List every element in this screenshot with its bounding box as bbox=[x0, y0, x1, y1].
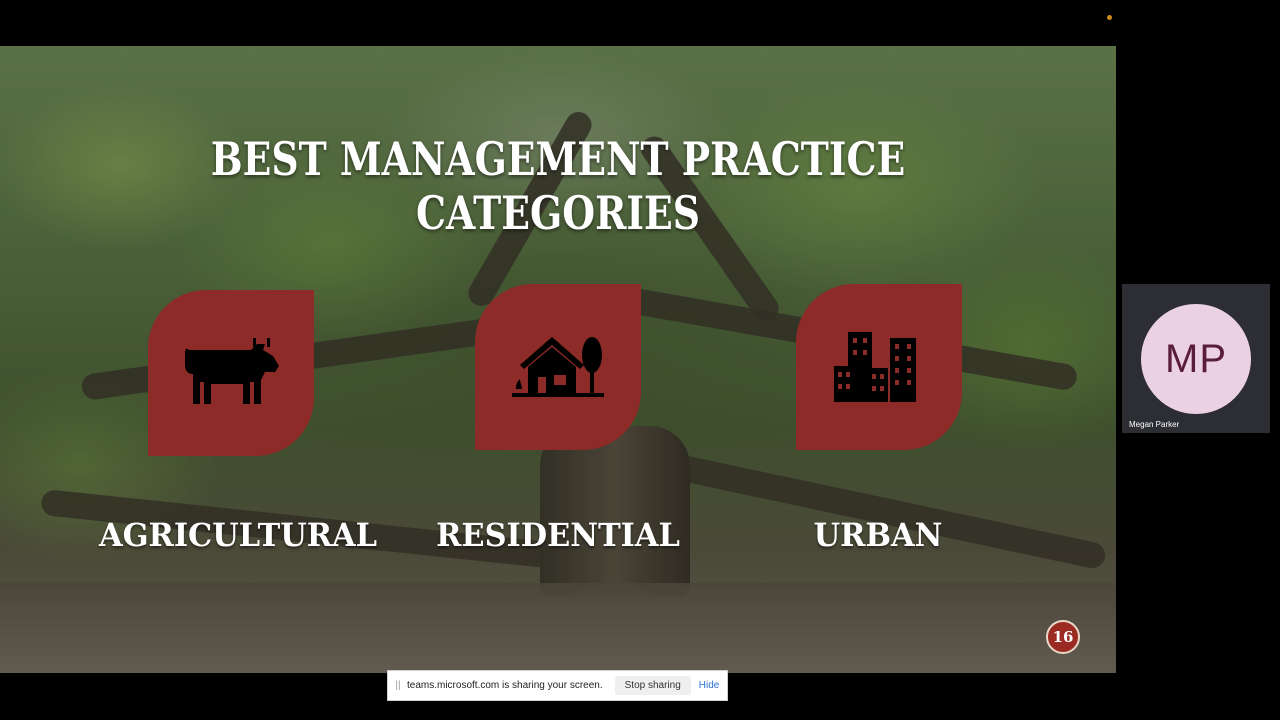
residential-card bbox=[475, 284, 641, 450]
screen-sharing-bar: || teams.microsoft.com is sharing your s… bbox=[387, 670, 728, 701]
cow-icon bbox=[185, 338, 279, 404]
shared-slide: BEST MANAGEMENT PRACTICE CATEGORIES AGRI… bbox=[0, 46, 1116, 673]
avatar: MP bbox=[1141, 304, 1251, 414]
category-label-agricultural: AGRICULTURAL bbox=[99, 516, 377, 554]
city-buildings-icon bbox=[834, 332, 916, 402]
stop-sharing-button[interactable]: Stop sharing bbox=[614, 676, 691, 695]
hide-button[interactable]: Hide bbox=[699, 680, 720, 691]
participant-tile[interactable]: MP Megan Parker bbox=[1122, 284, 1270, 433]
house-tree-icon bbox=[512, 337, 604, 397]
sharing-message: teams.microsoft.com is sharing your scre… bbox=[407, 680, 603, 691]
slide-title: BEST MANAGEMENT PRACTICE CATEGORIES bbox=[210, 132, 906, 240]
category-label-residential: RESIDENTIAL bbox=[436, 516, 680, 554]
status-indicator-dot bbox=[1107, 15, 1112, 20]
drag-handle-icon[interactable]: || bbox=[391, 680, 405, 691]
category-label-urban: URBAN bbox=[813, 516, 943, 554]
participant-name: Megan Parker bbox=[1129, 420, 1180, 429]
urban-card bbox=[796, 284, 962, 450]
agricultural-card bbox=[148, 290, 314, 456]
slide-page-number: 16 bbox=[1046, 620, 1080, 654]
